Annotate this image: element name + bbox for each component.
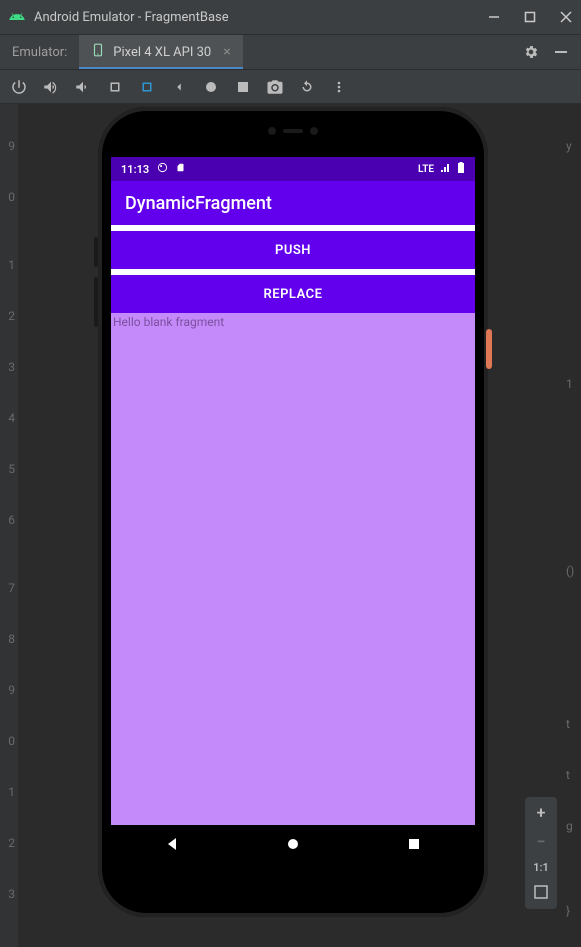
window-minimize-button[interactable]	[487, 10, 501, 24]
record-icon[interactable]	[202, 78, 220, 96]
rotate-right-icon[interactable]	[138, 78, 156, 96]
app-title: DynamicFragment	[125, 193, 272, 214]
window-close-button[interactable]	[559, 10, 573, 24]
emulator-tabbar: Emulator: Pixel 4 XL API 30 ×	[0, 34, 581, 70]
android-statusbar: 11:13 LTE	[111, 157, 475, 181]
window-title: Android Emulator - FragmentBase	[34, 10, 487, 25]
volume-down-icon[interactable]	[74, 78, 92, 96]
device-power-indicator	[486, 329, 492, 369]
overflow-icon[interactable]	[330, 78, 348, 96]
status-notification-icon	[157, 162, 168, 176]
android-icon	[8, 8, 26, 26]
android-navbar	[111, 825, 475, 867]
fragment-text: Hello blank fragment	[113, 315, 224, 329]
status-time: 11:13	[121, 163, 149, 176]
window-maximize-button[interactable]	[523, 10, 537, 24]
status-lte-label: LTE	[418, 164, 434, 175]
zoom-ratio-button[interactable]: 1:1	[525, 861, 557, 874]
emulator-label: Emulator:	[0, 35, 79, 69]
device-frame: 11:13 LTE DynamicFragment	[98, 107, 488, 917]
device-side-button	[94, 237, 98, 267]
rotate-left-icon[interactable]	[106, 78, 124, 96]
power-icon[interactable]	[10, 78, 28, 96]
minimize-tool-icon[interactable]	[553, 44, 569, 60]
back-icon[interactable]	[170, 78, 188, 96]
status-sd-icon	[176, 162, 185, 176]
tab-label: Pixel 4 XL API 30	[113, 45, 211, 60]
status-battery-icon	[457, 162, 465, 177]
app-toolbar: DynamicFragment	[111, 181, 475, 225]
tab-close-icon[interactable]: ×	[223, 44, 230, 60]
emulator-toolbar	[0, 70, 581, 104]
stop-icon[interactable]	[234, 78, 252, 96]
device-icon	[91, 43, 105, 61]
volume-up-icon[interactable]	[42, 78, 60, 96]
screenshot-icon[interactable]	[266, 78, 284, 96]
gear-icon[interactable]	[523, 44, 539, 60]
emulator-stage: 11:13 LTE DynamicFragment	[18, 104, 563, 947]
fragment-container: Hello blank fragment	[111, 313, 475, 867]
app-body: PUSH REPLACE Hello blank fragment	[111, 225, 475, 867]
editor-gutter-left: 8901234567890123	[0, 70, 18, 947]
nav-recents-icon[interactable]	[406, 836, 422, 856]
zoom-in-button[interactable]: +	[525, 803, 557, 822]
zoom-out-button[interactable]: −	[525, 832, 557, 851]
push-button[interactable]: PUSH	[111, 231, 475, 269]
window-titlebar: Android Emulator - FragmentBase	[0, 0, 581, 34]
replace-button[interactable]: REPLACE	[111, 275, 475, 313]
status-signal-icon	[440, 162, 451, 176]
editor-gutter-right: y1()ttg}	[563, 70, 581, 947]
restart-icon[interactable]	[298, 78, 316, 96]
device-side-button	[94, 277, 98, 327]
zoom-fit-button[interactable]	[525, 884, 557, 903]
device-screen[interactable]: 11:13 LTE DynamicFragment	[111, 157, 475, 867]
nav-back-icon[interactable]	[164, 836, 180, 856]
device-speaker	[268, 127, 318, 135]
emulator-tab[interactable]: Pixel 4 XL API 30 ×	[79, 35, 242, 69]
zoom-panel: + − 1:1	[525, 797, 557, 909]
nav-home-icon[interactable]	[285, 836, 301, 856]
